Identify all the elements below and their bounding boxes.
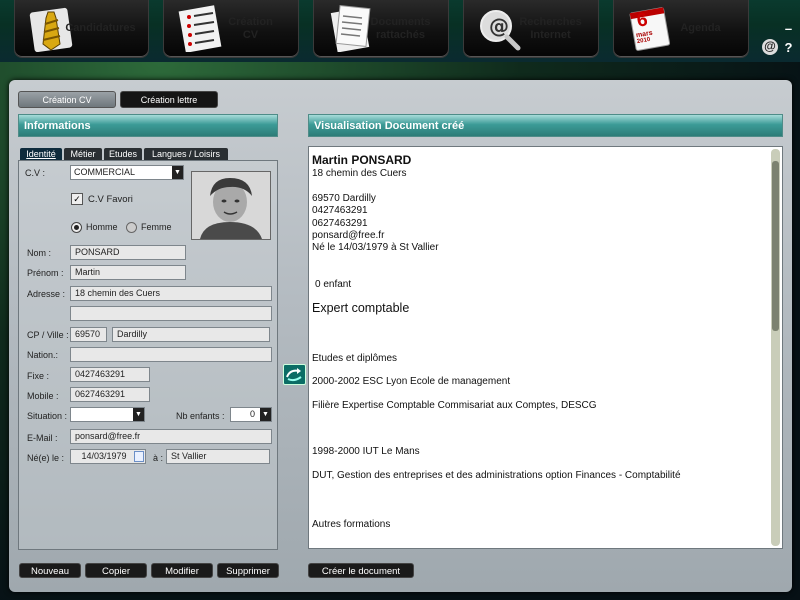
adresse-label: Adresse :	[27, 289, 66, 299]
cp-ville-label: CP / Ville :	[27, 330, 69, 340]
creer-document-button[interactable]: Créer le document	[308, 563, 414, 578]
supprimer-button[interactable]: Supprimer	[217, 563, 279, 578]
homme-label: Homme	[86, 222, 118, 232]
email-label: E-Mail :	[27, 433, 58, 443]
fixe-field[interactable]: 0427463291	[70, 367, 150, 382]
nation-field[interactable]	[70, 347, 272, 362]
doc-line: 0427463291	[312, 205, 368, 216]
email-icon[interactable]: @	[762, 39, 778, 55]
ville-field[interactable]: Dardilly	[112, 327, 270, 342]
nb-enfants-value: 0	[249, 409, 255, 419]
cv-label: C.V :	[25, 168, 46, 178]
doc-line: Expert comptable	[312, 301, 410, 315]
doc-line: Autres formations	[312, 519, 391, 530]
birth-place-field[interactable]: St Vallier	[166, 449, 270, 464]
nav-agenda-button[interactable]: 6 mars 2010 Agenda	[613, 0, 749, 58]
nb-enfants-label: Nb enfants :	[176, 411, 225, 421]
person-photo-icon	[192, 172, 270, 239]
doc-line: Filière Expertise Comptable Commisariat …	[312, 400, 597, 411]
mobile-label: Mobile :	[27, 391, 59, 401]
situation-label: Situation :	[27, 411, 68, 421]
chevron-down-icon: ▼	[260, 408, 271, 421]
informations-header: Informations	[18, 114, 278, 137]
chevron-down-icon: ▼	[133, 408, 144, 421]
visualisation-header: Visualisation Document créé	[308, 114, 783, 137]
copier-button[interactable]: Copier	[85, 563, 147, 578]
nav-creation-cv-label: Création CV	[228, 15, 273, 41]
nom-label: Nom :	[27, 248, 52, 258]
cv-select[interactable]: COMMERCIAL ▼	[70, 165, 184, 180]
tab-creation-cv[interactable]: Création CV	[18, 91, 116, 108]
doc-line: Né le 14/03/1979 à St Vallier	[312, 242, 439, 253]
doc-line: Etudes et diplômes	[312, 353, 398, 364]
calendar-picker-icon[interactable]	[134, 451, 144, 462]
generate-arrow-icon[interactable]	[283, 364, 306, 385]
cp-field[interactable]: 69570	[70, 327, 107, 342]
nav-recherches-internet-button[interactable]: @ Recherches Internet	[463, 0, 599, 58]
prenom-label: Prénom :	[27, 268, 64, 278]
arrow-swirl-icon	[286, 368, 302, 382]
email-field[interactable]: ponsard@free.fr	[70, 429, 272, 444]
top-navigation-bar: Candidatures Création CV Documents ratta…	[0, 0, 800, 62]
birth-date-value: 14/03/1979	[81, 451, 127, 461]
nouveau-button[interactable]: Nouveau	[19, 563, 81, 578]
nation-label: Nation.:	[27, 350, 59, 360]
mobile-field[interactable]: 0627463291	[70, 387, 150, 402]
ne-le-label: Né(e) le :	[27, 453, 65, 463]
vertical-scrollbar[interactable]	[771, 149, 780, 546]
profile-photo	[191, 171, 271, 240]
doc-line: ponsard@free.fr	[312, 230, 385, 241]
cv-select-value: COMMERCIAL	[74, 167, 136, 177]
nav-recherches-label: Recherches Internet	[519, 15, 582, 41]
doc-line: 0 enfant	[315, 279, 352, 290]
femme-radio[interactable]	[126, 222, 137, 233]
chevron-down-icon: ▼	[172, 166, 183, 179]
homme-radio[interactable]	[71, 222, 82, 233]
favori-label: C.V Favori	[88, 194, 133, 205]
prenom-field[interactable]: Martin	[70, 265, 186, 280]
nav-creation-cv-button[interactable]: Création CV	[163, 0, 299, 58]
nav-documents-rattaches-button[interactable]: Documents rattachés	[313, 0, 449, 58]
document-preview[interactable]: Martin PONSARD 18 chemin des Cuers 69570…	[308, 146, 783, 549]
femme-label: Femme	[141, 222, 172, 232]
homme-radio-dot	[74, 225, 79, 230]
doc-line: 1998-2000 IUT Le Mans	[312, 446, 420, 457]
fixe-label: Fixe :	[27, 371, 50, 381]
doc-line: 18 chemin des Cuers	[312, 168, 407, 179]
adresse-field[interactable]: 18 chemin des Cuers	[70, 286, 272, 301]
nav-candidatures-label: Candidatures	[65, 22, 136, 34]
help-button[interactable]: ?	[780, 39, 797, 56]
nav-documents-label: Documents rattachés	[370, 15, 431, 41]
adresse2-field[interactable]	[70, 306, 272, 321]
nav-agenda-label: Agenda	[680, 22, 721, 34]
doc-line: 2000-2002 ESC Lyon Ecole de management	[312, 376, 511, 387]
situation-select[interactable]: ▼	[70, 407, 145, 422]
lieu-label: à :	[153, 453, 164, 463]
birth-date-field[interactable]: 14/03/1979	[70, 449, 146, 464]
favori-checkbox[interactable]: ✓	[71, 193, 83, 205]
minimize-button[interactable]: –	[780, 20, 797, 37]
doc-line: 0627463291	[312, 218, 368, 229]
scrollbar-thumb[interactable]	[772, 161, 779, 331]
nb-enfants-select[interactable]: 0 ▼	[230, 407, 272, 422]
doc-name: Martin PONSARD	[312, 153, 412, 167]
doc-line: 69570 Dardilly	[312, 193, 376, 204]
modifier-button[interactable]: Modifier	[151, 563, 213, 578]
doc-line: DUT, Gestion des entreprises et des admi…	[312, 470, 681, 481]
nav-candidatures-button[interactable]: Candidatures	[14, 0, 149, 58]
tab-creation-lettre[interactable]: Création lettre	[120, 91, 218, 108]
nom-field[interactable]: PONSARD	[70, 245, 186, 260]
